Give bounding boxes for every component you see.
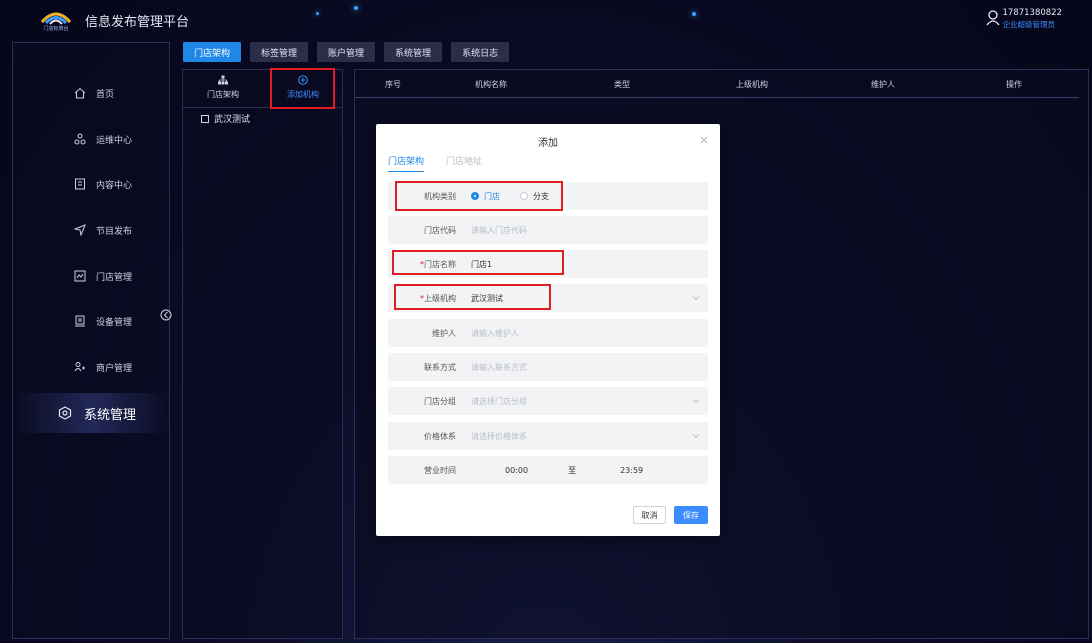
field-label: 门店代码	[424, 225, 456, 235]
contact-field[interactable]: 联系方式 请输入联系方式	[388, 353, 708, 381]
highlight-box	[392, 250, 564, 275]
column-header: 操作	[1006, 80, 1022, 89]
sidebar-item-label: 节目发布	[96, 226, 133, 237]
tree-node-checkbox[interactable]	[201, 114, 209, 123]
home-icon	[74, 87, 86, 99]
sidebar-item-label: 设备管理	[96, 317, 133, 328]
structure-button[interactable]: 门店架构	[193, 75, 253, 100]
user-icon[interactable]	[986, 10, 1000, 26]
content-icon	[75, 178, 85, 190]
app-header: 门店标牌台 信息发布管理平台 17871380822 企业超级管理员	[0, 0, 1092, 40]
save-button[interactable]: 保存	[674, 506, 708, 524]
store-group-select[interactable]: 门店分组 请选择门店分组	[388, 387, 708, 415]
field-label: 维护人	[432, 328, 456, 338]
sidebar: 首页 运维中心 内容中心 节目发布 门店管理 设备管理 商户管理 系统管理	[12, 42, 171, 639]
tab-tag-management[interactable]: 标签管理	[250, 42, 309, 62]
device-icon	[75, 315, 85, 327]
tab-store-structure[interactable]: 门店架构	[183, 42, 242, 62]
tab-store-structure-form[interactable]: 门店架构	[388, 154, 425, 172]
tab-store-address-form[interactable]: 门店地址	[446, 154, 482, 172]
sidebar-item-store[interactable]: 门店管理	[13, 263, 171, 289]
structure-label: 门店架构	[207, 90, 239, 99]
hours-end-input[interactable]: 23:59	[620, 466, 643, 475]
price-system-value[interactable]: 请选择价格体系	[471, 431, 527, 442]
user-role: 企业超级管理员	[1002, 20, 1056, 29]
column-header: 上级机构	[736, 80, 768, 89]
field-label: 价格体系	[424, 431, 456, 441]
logo-text: 门店标牌台	[43, 26, 69, 32]
close-icon[interactable]	[700, 136, 708, 144]
app-title: 信息发布管理平台	[85, 15, 190, 30]
table-header: 序号 机构名称 类型 上级机构 维护人 操作	[355, 70, 1079, 98]
sidebar-item-label: 商户管理	[96, 363, 133, 374]
store-group-value[interactable]: 请选择门店分组	[471, 396, 527, 407]
contact-input[interactable]: 请输入联系方式	[471, 362, 527, 373]
sidebar-item-device[interactable]: 设备管理	[13, 308, 171, 334]
column-header: 维护人	[871, 80, 895, 89]
system-icon	[58, 406, 72, 420]
sidebar-item-label: 运维中心	[96, 135, 133, 146]
org-chart-icon	[218, 75, 228, 85]
column-header: 机构名称	[475, 80, 507, 89]
tab-system-management[interactable]: 系统管理	[384, 42, 443, 62]
tab-system-log[interactable]: 系统日志	[451, 42, 510, 62]
column-header: 序号	[385, 80, 401, 89]
sidebar-item-home[interactable]: 首页	[13, 80, 171, 106]
field-label: 营业时间	[424, 465, 456, 475]
org-tree-panel: 门店架构 添加机构 武汉测试	[182, 69, 343, 639]
sidebar-item-publish[interactable]: 节目发布	[13, 217, 171, 243]
send-icon	[74, 224, 86, 236]
sidebar-item-label: 系统管理	[84, 407, 137, 423]
user-info[interactable]: 17871380822 企业超级管理员	[1003, 8, 1063, 30]
sidebar-item-label: 内容中心	[96, 180, 133, 191]
chevron-down-icon	[692, 434, 700, 439]
dialog-title: 添加	[538, 138, 558, 149]
maintainer-input[interactable]: 请输入维护人	[471, 328, 519, 339]
sidebar-item-merchant[interactable]: 商户管理	[13, 354, 171, 380]
sidebar-item-content[interactable]: 内容中心	[13, 171, 171, 197]
maintainer-field[interactable]: 维护人 请输入维护人	[388, 319, 708, 347]
sidebar-item-label: 首页	[96, 89, 115, 100]
sidebar-item-system[interactable]: 系统管理	[13, 393, 171, 433]
hours-separator: 至	[568, 465, 577, 475]
highlight-box	[394, 284, 551, 310]
store-code-input[interactable]: 请输入门店代码	[471, 225, 527, 236]
store-code-field[interactable]: 门店代码 请输入门店代码	[388, 216, 708, 244]
highlight-box	[395, 181, 563, 211]
business-hours-row: 营业时间 00:00 至 23:59	[388, 456, 708, 484]
tree-node[interactable]: 武汉测试	[201, 112, 250, 125]
column-header: 类型	[614, 80, 630, 89]
chevron-down-icon	[692, 399, 700, 404]
tab-account-management[interactable]: 账户管理	[317, 42, 376, 62]
chevron-down-icon	[692, 296, 700, 301]
price-system-select[interactable]: 价格体系 请选择价格体系	[388, 422, 708, 450]
field-label: 门店分组	[424, 396, 456, 406]
user-phone: 17871380822	[1002, 8, 1063, 18]
tree-node-label: 武汉测试	[214, 115, 251, 125]
cancel-button[interactable]: 取消	[633, 506, 666, 524]
collapse-sidebar-icon[interactable]	[160, 308, 172, 322]
hours-start-input[interactable]: 00:00	[505, 466, 528, 475]
highlight-box	[270, 68, 335, 109]
store-icon	[74, 270, 86, 282]
ops-icon	[74, 133, 86, 145]
sidebar-item-label: 门店管理	[96, 272, 133, 283]
top-tabs: 门店架构 标签管理 账户管理 系统管理 系统日志	[183, 42, 510, 62]
field-label: 联系方式	[424, 362, 456, 372]
dialog-tabs: 门店架构 门店地址	[388, 154, 482, 172]
sidebar-item-ops[interactable]: 运维中心	[13, 126, 171, 152]
merchant-icon	[74, 362, 85, 372]
